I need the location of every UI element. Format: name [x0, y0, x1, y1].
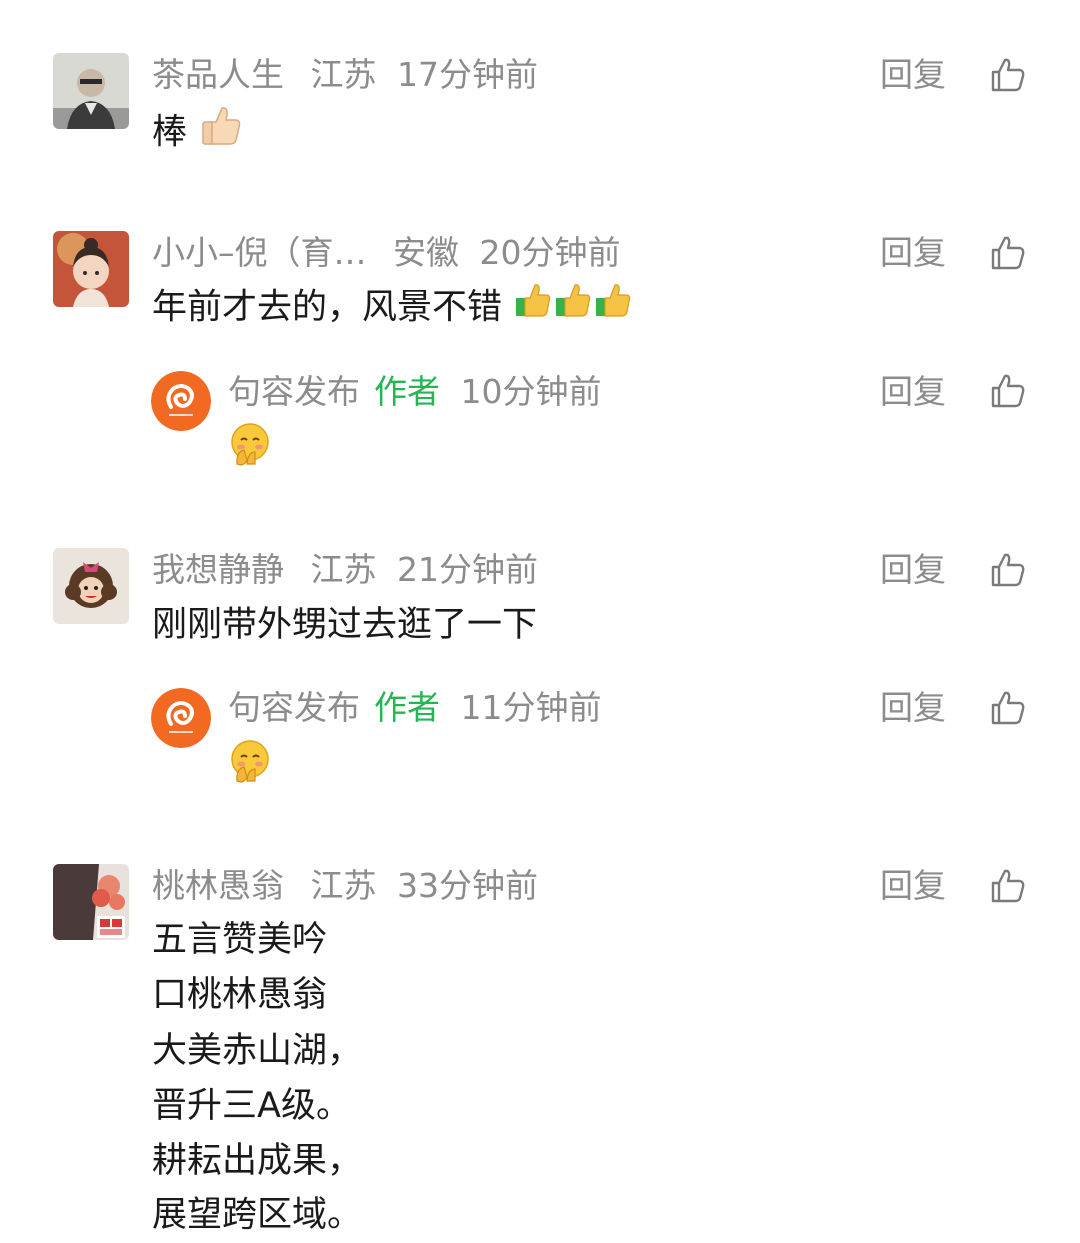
shy-smile-emoji-icon [227, 420, 273, 466]
reply-button[interactable]: 回复 [880, 686, 946, 730]
reply-button[interactable]: 回复 [880, 370, 946, 414]
comment-meta: 小小–倪（育… 安徽 20分钟前 [152, 231, 621, 275]
reply-author-name[interactable]: 句容发布 [228, 372, 360, 411]
shy-smile-emoji-icon [227, 737, 273, 783]
comment-text: 年前才去的，风景不错 [152, 280, 633, 337]
user-avatar[interactable] [53, 548, 129, 624]
comment-time: 33分钟前 [397, 866, 538, 905]
comment-text-content: 刚刚带外甥过去逛了一下 [152, 605, 538, 645]
reply-button[interactable]: 回复 [880, 53, 946, 97]
user-avatar[interactable] [53, 53, 129, 129]
author-badge: 作者 [374, 688, 440, 727]
commenter-location: 江苏 [310, 55, 377, 94]
comment-text-content: 棒 [152, 112, 188, 153]
thumbs-up-outline-icon[interactable] [989, 551, 1027, 589]
thumbs-up-emoji-icon [198, 102, 244, 165]
commenter-location: 江苏 [310, 550, 377, 589]
thumbs-up-outline-icon[interactable] [989, 372, 1027, 410]
thumbs-up-outline-icon[interactable] [989, 867, 1027, 905]
comment-text-line: 五言赞美吟 [152, 920, 328, 960]
comment-meta: 桃林愚翁 江苏 33分钟前 [152, 864, 538, 908]
user-avatar[interactable] [53, 231, 129, 307]
author-badge: 作者 [374, 372, 440, 411]
author-avatar[interactable] [151, 371, 211, 431]
commenter-name[interactable]: 桃林愚翁 [152, 866, 284, 905]
comment-text-content: 年前才去的，风景不错 [152, 287, 503, 328]
reply-author-name[interactable]: 句容发布 [228, 688, 360, 727]
thumbs-up-emoji-icon [553, 280, 593, 337]
comment-text: 棒 [152, 102, 244, 165]
comment-text-line: 晋升三A级。 [152, 1086, 351, 1126]
comment-meta: 茶品人生 江苏 17分钟前 [152, 53, 538, 97]
comment-time: 21分钟前 [397, 550, 538, 589]
commenter-name[interactable]: 小小–倪（育… [152, 233, 367, 272]
comment-text-line: 大美赤山湖， [152, 1031, 363, 1071]
reply-button[interactable]: 回复 [880, 548, 946, 592]
comment-text-line: 口桃林愚翁 [152, 975, 328, 1015]
user-avatar[interactable] [53, 864, 129, 940]
comment-time: 20分钟前 [479, 233, 621, 272]
commenter-name[interactable]: 我想静静 [152, 550, 284, 589]
comment-text-line: 展望跨区域。 [152, 1195, 363, 1235]
thumbs-up-outline-icon[interactable] [989, 689, 1027, 727]
comment-text-line: 耕耘出成果， [152, 1141, 363, 1181]
commenter-name[interactable]: 茶品人生 [152, 55, 284, 94]
thumbs-up-outline-icon[interactable] [989, 56, 1027, 94]
comment-text: 刚刚带外甥过去逛了一下 [152, 598, 537, 653]
commenter-location: 安徽 [393, 233, 459, 272]
thumbs-up-emoji-icon [593, 280, 633, 337]
reply-button[interactable]: 回复 [880, 231, 946, 275]
reply-time: 11分钟前 [460, 688, 602, 727]
comment-meta: 我想静静 江苏 21分钟前 [152, 548, 538, 592]
reply-meta: 句容发布 作者 11分钟前 [228, 686, 602, 730]
reply-button[interactable]: 回复 [880, 864, 946, 908]
comment-time: 17分钟前 [397, 55, 538, 94]
reply-time: 10分钟前 [460, 372, 602, 411]
reply-meta: 句容发布 作者 10分钟前 [228, 370, 602, 414]
commenter-location: 江苏 [310, 866, 377, 905]
thumbs-up-outline-icon[interactable] [989, 234, 1027, 272]
author-avatar[interactable] [151, 688, 211, 748]
thumbs-up-emoji-icon [513, 280, 553, 337]
